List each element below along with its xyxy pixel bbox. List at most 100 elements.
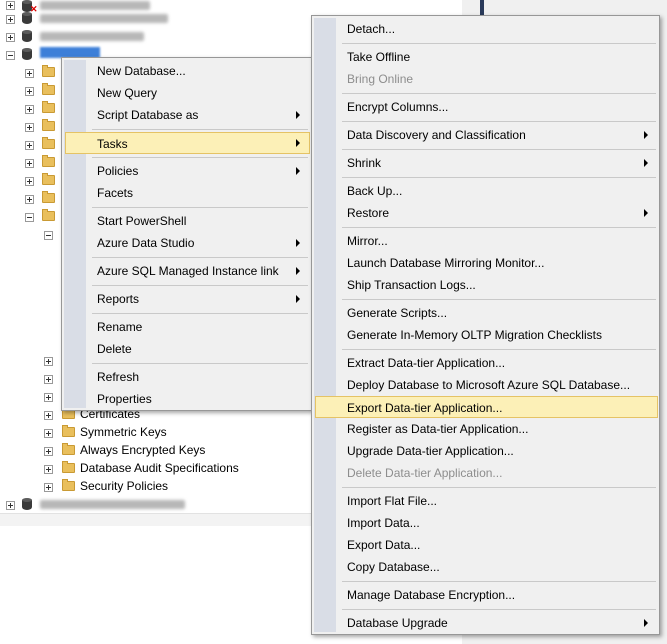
menu-item-reports[interactable]: Reports [65, 288, 310, 310]
collapse-selected-db-icon[interactable] [6, 51, 15, 60]
menu-item-restore[interactable]: Restore [315, 202, 658, 224]
folder-icon [62, 461, 75, 473]
menu-separator [342, 349, 656, 350]
menu-item-oltp-migration-checklists[interactable]: Generate In-Memory OLTP Migration Checkl… [315, 324, 658, 346]
menu-item-upgrade-data-tier[interactable]: Upgrade Data-tier Application... [315, 440, 658, 462]
database-icon [22, 48, 32, 61]
menu-item-label: Import Data... [347, 516, 420, 530]
expand-audit-specs-icon[interactable] [44, 465, 53, 474]
menu-item-refresh[interactable]: Refresh [65, 366, 310, 388]
expand-folder-icon[interactable] [25, 141, 34, 150]
expand-folder-icon[interactable] [44, 357, 53, 366]
menu-item-label: Copy Database... [347, 560, 440, 574]
menu-item-label: Azure SQL Managed Instance link [97, 264, 279, 278]
menu-separator [342, 121, 656, 122]
expand-folder-icon[interactable] [25, 177, 34, 186]
expand-db-2-icon[interactable] [6, 15, 15, 24]
expand-always-encrypted-keys-icon[interactable] [44, 447, 53, 456]
expand-folder-icon[interactable] [44, 393, 53, 402]
menu-item-label: Take Offline [347, 50, 411, 64]
menu-item-take-offline[interactable]: Take Offline [315, 46, 658, 68]
menu-item-export-data[interactable]: Export Data... [315, 534, 658, 556]
menu-item-label: Export Data... [347, 538, 421, 552]
menu-item-import-flat-file[interactable]: Import Flat File... [315, 490, 658, 512]
menu-item-label: Shrink [347, 156, 382, 170]
collapse-subfolder-icon[interactable] [44, 231, 53, 240]
submenu-arrow-icon [644, 131, 648, 139]
tree-node-always-encrypted-keys[interactable]: Always Encrypted Keys [80, 441, 205, 459]
menu-item-tasks[interactable]: Tasks [65, 132, 310, 154]
tree-node-security-policies[interactable]: Security Policies [80, 477, 168, 495]
menu-item-new-database[interactable]: New Database... [65, 60, 310, 82]
expand-db-5-icon[interactable] [6, 501, 15, 510]
menu-item-label: Upgrade Data-tier Application... [347, 444, 514, 458]
menu-separator [342, 581, 656, 582]
menu-item-ship-transaction-logs[interactable]: Ship Transaction Logs... [315, 274, 658, 296]
menu-item-policies[interactable]: Policies [65, 160, 310, 182]
menu-separator [342, 227, 656, 228]
expand-security-policies-icon[interactable] [44, 483, 53, 492]
menu-item-data-discovery[interactable]: Data Discovery and Classification [315, 124, 658, 146]
menu-item-label: Refresh [97, 370, 140, 384]
folder-icon [42, 173, 55, 185]
folder-icon [62, 443, 75, 455]
menu-separator [342, 609, 656, 610]
submenu-arrow-icon [644, 159, 648, 167]
menu-item-manage-database-encryption[interactable]: Manage Database Encryption... [315, 584, 658, 606]
folder-icon [42, 155, 55, 167]
menu-item-database-upgrade[interactable]: Database Upgrade [315, 612, 658, 634]
expand-folder-icon[interactable] [25, 195, 34, 204]
menu-item-properties[interactable]: Properties [65, 388, 310, 410]
expand-server-db-1-icon[interactable] [6, 1, 15, 10]
menu-separator [342, 43, 656, 44]
expand-folder-icon[interactable] [25, 87, 34, 96]
menu-item-azure-data-studio[interactable]: Azure Data Studio [65, 232, 310, 254]
menu-item-extract-data-tier[interactable]: Extract Data-tier Application... [315, 352, 658, 374]
menu-item-label: Reports [97, 292, 140, 306]
menu-item-encrypt-columns[interactable]: Encrypt Columns... [315, 96, 658, 118]
menu-separator [92, 207, 308, 208]
collapse-security-folder-icon[interactable] [25, 213, 34, 222]
menu-item-label: New Database... [97, 64, 186, 78]
menu-item-register-data-tier[interactable]: Register as Data-tier Application... [315, 418, 658, 440]
menu-item-copy-database[interactable]: Copy Database... [315, 556, 658, 578]
tree-node-database-audit-specifications[interactable]: Database Audit Specifications [80, 459, 239, 477]
menu-item-shrink[interactable]: Shrink [315, 152, 658, 174]
menu-item-detach[interactable]: Detach... [315, 18, 658, 40]
menu-item-label: Manage Database Encryption... [347, 588, 516, 602]
menu-item-label: Rename [97, 320, 143, 334]
menu-item-delete[interactable]: Delete [65, 338, 310, 360]
menu-item-start-powershell[interactable]: Start PowerShell [65, 210, 310, 232]
menu-item-script-database-as[interactable]: Script Database as [65, 104, 310, 126]
menu-separator [342, 299, 656, 300]
expand-symmetric-keys-icon[interactable] [44, 429, 53, 438]
menu-item-export-data-tier[interactable]: Export Data-tier Application... [315, 396, 658, 418]
menu-item-label: Encrypt Columns... [347, 100, 449, 114]
menu-item-back-up[interactable]: Back Up... [315, 180, 658, 202]
menu-item-label: Policies [97, 164, 139, 178]
tree-node-symmetric-keys[interactable]: Symmetric Keys [80, 423, 167, 441]
menu-item-deploy-to-azure-sql[interactable]: Deploy Database to Microsoft Azure SQL D… [315, 374, 658, 396]
expand-folder-icon[interactable] [25, 69, 34, 78]
expand-folder-icon[interactable] [25, 123, 34, 132]
menu-separator [342, 177, 656, 178]
menu-item-azure-sql-mi-link[interactable]: Azure SQL Managed Instance link [65, 260, 310, 282]
menu-separator [92, 313, 308, 314]
menu-item-label: Extract Data-tier Application... [347, 356, 506, 370]
expand-folder-icon[interactable] [44, 375, 53, 384]
menu-item-generate-scripts[interactable]: Generate Scripts... [315, 302, 658, 324]
menu-item-label: Properties [97, 392, 152, 406]
expand-folder-icon[interactable] [25, 159, 34, 168]
expand-folder-icon[interactable] [25, 105, 34, 114]
expand-certificates-icon[interactable] [44, 411, 53, 420]
menu-item-new-query[interactable]: New Query [65, 82, 310, 104]
menu-item-label: Export Data-tier Application... [347, 401, 503, 415]
menu-item-mirror[interactable]: Mirror... [315, 230, 658, 252]
menu-item-launch-mirroring-monitor[interactable]: Launch Database Mirroring Monitor... [315, 252, 658, 274]
menu-item-bring-online: Bring Online [315, 68, 658, 90]
menu-item-facets[interactable]: Facets [65, 182, 310, 204]
expand-db-3-icon[interactable] [6, 33, 15, 42]
menu-item-rename[interactable]: Rename [65, 316, 310, 338]
submenu-arrow-icon [644, 619, 648, 627]
menu-item-import-data[interactable]: Import Data... [315, 512, 658, 534]
